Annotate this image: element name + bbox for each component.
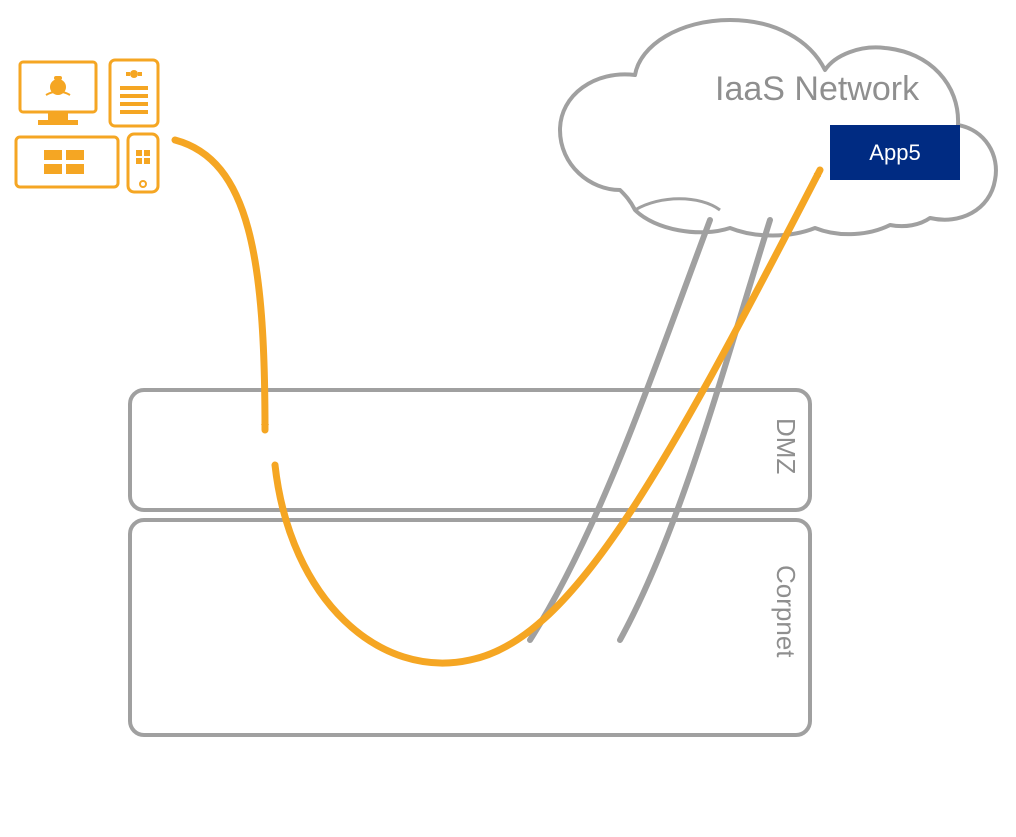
dmz-label: DMZ [770, 418, 801, 474]
corpnet-label: Corpnet [770, 565, 801, 658]
dmz-zone [130, 390, 810, 510]
cloud-label: IaaS Network [715, 70, 919, 109]
app5-label: App5 [869, 140, 920, 166]
app5-box: App5 [830, 125, 960, 180]
corpnet-zone [130, 520, 810, 735]
arrow-corpnet-to-cloud [275, 170, 820, 663]
arrow-devices-to-dmz [175, 140, 265, 430]
connector-gray-2 [620, 220, 770, 640]
